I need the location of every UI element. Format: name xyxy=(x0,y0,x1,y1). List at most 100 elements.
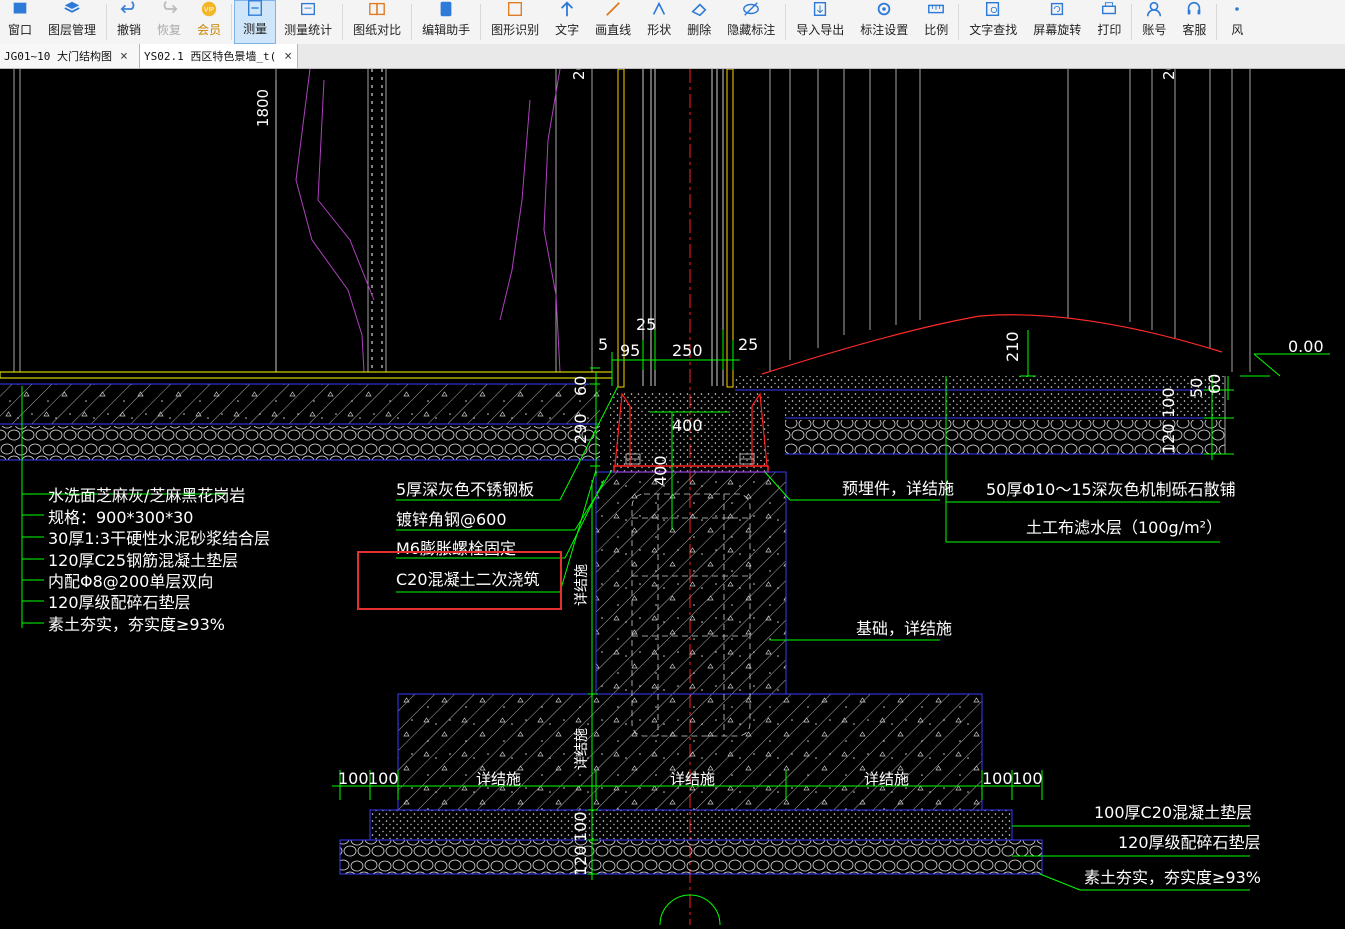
detail-reference-label: 详结施 xyxy=(670,770,715,788)
compare-icon xyxy=(367,0,387,18)
close-icon[interactable]: × xyxy=(120,49,128,64)
dim-100-label: 100 xyxy=(982,769,1013,788)
toolbar-button-label: 恢复 xyxy=(157,23,182,37)
dim-290-label: 290 xyxy=(571,413,590,444)
redo-icon xyxy=(159,0,179,18)
toolbar-button-shape[interactable]: 形状 xyxy=(639,0,679,44)
toolbar-button-account[interactable]: 账号 xyxy=(1134,0,1174,44)
dim-5-label: 5 xyxy=(598,335,608,354)
toolbar-button-layers[interactable]: 图层管理 xyxy=(40,0,104,44)
dim-100-label: 100 xyxy=(1012,769,1043,788)
note-text: 规格：900*300*30 xyxy=(48,508,193,527)
toolbar-button-label: 图纸对比 xyxy=(353,23,402,37)
dim-50-label: 50 xyxy=(1187,378,1206,398)
undo-icon xyxy=(119,0,139,18)
toolbar-button-label: 隐藏标注 xyxy=(727,23,776,37)
toolbar-separator xyxy=(958,4,960,40)
shape-icon xyxy=(649,0,669,18)
toolbar-button-label: 账号 xyxy=(1142,23,1167,37)
right-gravel-section xyxy=(735,376,1226,455)
note-text: 30厚1:3干硬性水泥砂浆结合层 xyxy=(48,529,270,548)
dim-400-label: 400 xyxy=(651,455,670,486)
toolbar-button-undo[interactable]: 撤销 xyxy=(109,0,149,44)
toolbar-button-measure-stats[interactable]: 测量统计 xyxy=(276,0,340,44)
toolbar-button-label: 比例 xyxy=(924,23,949,37)
toolbar-button-vip[interactable]: VIP 会员 xyxy=(189,0,229,44)
toolbar-button-measure[interactable]: 测量 xyxy=(234,0,277,44)
note-text: 5厚深灰色不锈钢板 xyxy=(396,480,534,499)
toolbar-separator xyxy=(231,4,233,40)
left-paving-section xyxy=(0,371,613,461)
toolbar-button-label: 撤销 xyxy=(117,23,142,37)
toolbar-button-import-export[interactable]: 导入导出 xyxy=(788,0,852,44)
dim-20-label: 20 xyxy=(1160,69,1178,80)
toolbar-button-customer-service[interactable]: 客服 xyxy=(1174,0,1214,44)
main-toolbar: 窗口 图层管理 撤销 恢复 VIP 会员 测量 测量统计 图纸对比 编辑助手 图形识别 文字 画直线 形状… xyxy=(0,0,1345,45)
toolbar-separator xyxy=(480,4,482,40)
toolbar-button-label: 测量统计 xyxy=(284,23,333,37)
toolbar-button-window[interactable]: 窗口 xyxy=(0,0,40,44)
rotate-screen-icon xyxy=(1047,0,1067,18)
toolbar-button-compare[interactable]: 图纸对比 xyxy=(345,0,409,44)
toolbar-separator xyxy=(785,4,787,40)
toolbar-button-text[interactable]: 文字 xyxy=(547,0,587,44)
toolbar-button-rotate-screen[interactable]: 屏幕旋转 xyxy=(1025,0,1089,44)
toolbar-button-label: 打印 xyxy=(1097,23,1122,37)
toolbar-button-line[interactable]: 画直线 xyxy=(587,0,639,44)
tab-document-1[interactable]: JG01~10 大门结构图 × xyxy=(0,44,140,68)
print-icon xyxy=(1099,0,1119,18)
note-text: 基础，详结施 xyxy=(856,619,952,638)
toolbar-button-shape-recognize[interactable]: 图形识别 xyxy=(483,0,547,44)
window-icon xyxy=(10,0,30,18)
toolbar-button-label: 导入导出 xyxy=(796,23,845,37)
customer-service-icon xyxy=(1184,0,1204,18)
toolbar-button-label: 画直线 xyxy=(595,23,632,37)
dim-1800-label: 1800 xyxy=(254,89,272,127)
toolbar-button-redo[interactable]: 恢复 xyxy=(149,0,189,44)
toolbar-button-print[interactable]: 打印 xyxy=(1089,0,1129,44)
toolbar-button-annotation-settings[interactable]: 标注设置 xyxy=(852,0,916,44)
detail-reference-label: 详结施 xyxy=(476,770,521,788)
toolbar-separator xyxy=(106,4,108,40)
bottom-notes: 100厚C20混凝土垫层 120厚级配碎石垫层 素土夯实，夯实度≥93% xyxy=(1084,803,1261,887)
toolbar-button-more[interactable]: 风 xyxy=(1219,0,1255,44)
toolbar-separator xyxy=(1131,4,1133,40)
toolbar-button-hide-annotation[interactable]: 隐藏标注 xyxy=(719,0,783,44)
dim-100-label: 100 xyxy=(368,769,399,788)
tab-document-2[interactable]: YS02.1 西区特色景墙_t( × xyxy=(140,44,298,68)
right-notes: 预埋件，详结施 50厚Φ10～15深灰色机制砾石散铺 土工布滤水层（100g/m… xyxy=(842,479,1236,638)
note-text: 120厚C25钢筋混凝土垫层 xyxy=(48,551,238,570)
measure-icon xyxy=(245,0,265,17)
post-detail-notes: 5厚深灰色不锈钢板 镀锌角钢@600 M6膨胀螺栓固定 C20混凝土二次浇筑 xyxy=(396,480,540,589)
edit-assistant-icon xyxy=(436,0,456,18)
note-text: 100厚C20混凝土垫层 xyxy=(1094,803,1252,822)
toolbar-button-scale[interactable]: 比例 xyxy=(916,0,956,44)
note-text: 素土夯实，夯实度≥93% xyxy=(1084,868,1261,887)
toolbar-button-label: 客服 xyxy=(1182,23,1207,37)
eraser-icon xyxy=(689,0,709,18)
svg-text:VIP: VIP xyxy=(204,7,214,14)
rebar-column xyxy=(371,69,383,372)
note-text: 土工布滤水层（100g/m²） xyxy=(1026,518,1222,537)
toolbar-button-label: 标注设置 xyxy=(860,23,909,37)
toolbar-button-eraser[interactable]: 删除 xyxy=(679,0,719,44)
toolbar-button-edit-assistant[interactable]: 编辑助手 xyxy=(414,0,478,44)
dim-20-label: 20 xyxy=(570,69,588,80)
dim-95-label: 95 xyxy=(620,341,640,360)
text-icon xyxy=(557,0,577,18)
drawing-canvas[interactable]: 1800 20 20 5 95 25 250 25 400 0.00 210 6… xyxy=(0,61,1345,926)
measure-stats-icon xyxy=(298,0,318,18)
cad-drawing[interactable]: 1800 20 20 5 95 25 250 25 400 0.00 210 6… xyxy=(0,61,1345,926)
toolbar-button-text-search[interactable]: 文字查找 xyxy=(961,0,1025,44)
toolbar-button-label: 测量 xyxy=(243,22,268,36)
scale-icon xyxy=(926,0,946,18)
elevation-label: 0.00 xyxy=(1288,337,1324,356)
dim-100-label: 100 xyxy=(571,811,590,842)
detail-reference-label: 详结施 xyxy=(864,770,909,788)
hide-annotation-icon xyxy=(741,0,761,18)
foundation xyxy=(339,392,1043,926)
note-text: 50厚Φ10～15深灰色机制砾石散铺 xyxy=(986,480,1236,499)
close-icon[interactable]: × xyxy=(284,49,292,64)
dim-250-label: 250 xyxy=(672,341,703,360)
dim-60-label: 60 xyxy=(1205,374,1224,394)
